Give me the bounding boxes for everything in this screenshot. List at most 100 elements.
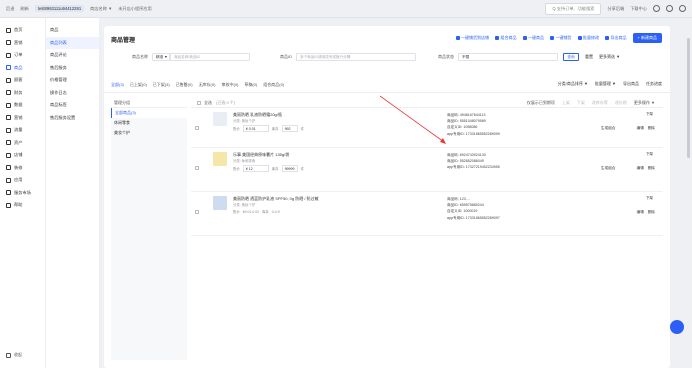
sidebar-item-assets[interactable]: 资产 (0, 137, 45, 150)
sub-merchant-link[interactable]: 未开店小程序应用 (118, 6, 152, 12)
subnav-item-tags[interactable]: 商品标签 (46, 99, 99, 112)
action-combo[interactable]: 组合商品 (495, 35, 517, 41)
tab-all[interactable]: 全部(3) (111, 82, 124, 88)
sidebar-item-data[interactable]: 数据 (0, 99, 45, 112)
category-item-beauty[interactable]: 美妆个护 (111, 128, 187, 138)
stock-input[interactable]: 992 (281, 125, 298, 132)
sidebar-item-products[interactable]: 商品 (0, 62, 45, 75)
edit-button[interactable]: 编辑 (637, 210, 644, 215)
sidebar-item-orders[interactable]: 订单 (0, 49, 45, 62)
sort-button[interactable]: 分类/商品排序 ▼ (558, 81, 588, 87)
sidebar-item-marketing2[interactable]: 营销 (0, 112, 45, 125)
tab-draft[interactable]: 草稿(0) (244, 82, 257, 88)
action-label: 导出商品 (610, 35, 627, 40)
page-scrollbar[interactable] (684, 18, 692, 368)
expired-only-toggle[interactable]: 仅展示已到期项 (527, 100, 555, 106)
sidebar-item-apps[interactable]: 应用 (0, 174, 45, 187)
subnav-item-after-sales-settings[interactable]: 售后服务设置 (46, 112, 99, 125)
sidebar-item-store[interactable]: 店铺 (0, 149, 45, 162)
tab-reviewing[interactable]: 审核中(0) (221, 82, 238, 88)
action-distribute[interactable]: 一键铺货 (550, 35, 572, 41)
action-one-click[interactable]: 一键商品 (522, 35, 544, 41)
sidebar-item-finance[interactable]: 财务 (0, 87, 45, 100)
batch-off-shelf[interactable]: 下架 (577, 100, 585, 106)
off-shelf-button[interactable]: 下架 (646, 152, 653, 157)
scrollbar-thumb[interactable] (687, 38, 690, 158)
tab-combo[interactable]: 组合商品(0) (263, 82, 284, 88)
batch-stock[interactable]: 改库存等 (592, 100, 608, 106)
product-thumbnail[interactable] (213, 196, 227, 210)
category-item-snacks[interactable]: 休闲零食 (111, 118, 187, 128)
filter-name-mode-select[interactable]: 精准 ▼ (152, 53, 170, 61)
reset-button[interactable]: 重置 (585, 54, 593, 60)
collapse-button[interactable]: 收起 (6, 352, 22, 358)
edit-button[interactable]: 编辑 (637, 126, 644, 131)
merchant-select[interactable]: 商店名称 ▼ (90, 6, 112, 12)
filter-id-input[interactable]: 多个商品ID请用逗号或换行分隔 (296, 53, 416, 61)
bell-icon[interactable] (666, 5, 673, 12)
category-header[interactable]: 管理分组 (111, 98, 187, 108)
row-checkbox[interactable] (195, 210, 199, 214)
sidebar-item-service-market[interactable]: 服务市场 (0, 187, 45, 200)
new-product-button[interactable]: + 新建商品 (632, 33, 662, 43)
tab-sold-out[interactable]: 已售罄(0) (176, 82, 193, 88)
back-button[interactable]: 后退 (6, 6, 14, 12)
avatar[interactable] (679, 5, 686, 12)
export-products-button[interactable]: 导出商品 (623, 81, 639, 87)
price-input[interactable]: ¥ 0.01 (242, 125, 269, 132)
shop-id-badge[interactable]: test8963111u94412281 (34, 5, 85, 12)
off-shelf-button[interactable]: 下架 (646, 112, 653, 117)
subnav-item-reviews[interactable]: 商品评论 (46, 49, 99, 62)
filter-name-input[interactable]: 商品名称/商品ID (170, 53, 250, 61)
delete-button[interactable]: 删除 (648, 166, 655, 171)
global-search-input[interactable]: Q 支持订单、功能搜索 (545, 2, 602, 15)
query-button[interactable]: 查询 (563, 53, 579, 61)
sidebar-item-home[interactable]: 首页 (0, 24, 45, 37)
subnav-item-product[interactable]: 商品 (46, 24, 99, 37)
product-thumbnail[interactable] (213, 112, 227, 126)
more-filter-button[interactable]: 更多筛选 ▼ (599, 54, 620, 60)
action-bulk-store[interactable]: 一键铺货到店铺 (455, 35, 489, 41)
row-checkbox[interactable] (195, 126, 199, 130)
action-batch-edit[interactable]: 批量修改 (577, 35, 599, 41)
off-shelf-button[interactable]: 下架 (646, 196, 653, 201)
task-progress-button[interactable]: 任务进度 (646, 81, 662, 87)
subnav-item-price[interactable]: 价格管理 (46, 74, 99, 87)
copy-icon (522, 36, 527, 40)
row-checkbox[interactable] (195, 166, 199, 170)
tab-on-shelf[interactable]: 已上架(0) (130, 82, 147, 88)
batch-manage-button[interactable]: 批量管理 ▼ (595, 81, 616, 87)
subnav-item-after-sales[interactable]: 售后服务 (46, 62, 99, 75)
sidebar-item-marketing[interactable]: 营销 (0, 37, 45, 50)
delete-button[interactable]: 删除 (648, 210, 655, 215)
generate-combo-link[interactable]: 生成组合 (601, 126, 615, 131)
price-input[interactable]: ¥ 12 (242, 165, 269, 172)
sidebar-item-help[interactable]: 帮助 (0, 199, 45, 212)
filter-status-select[interactable]: 不限 (458, 53, 558, 61)
subnav-item-logs[interactable]: 操作日志 (46, 87, 99, 100)
share-button[interactable]: 分享后端 (607, 6, 624, 12)
tab-off-shelf[interactable]: 已下架(3) (153, 82, 170, 88)
edit-button[interactable]: 编辑 (637, 166, 644, 171)
generate-combo-link[interactable]: 生成组合 (601, 166, 615, 171)
chat-support-icon[interactable] (670, 320, 684, 334)
refresh-button[interactable]: 刷新 (20, 6, 28, 12)
batch-price[interactable]: 改价格 (615, 100, 627, 106)
select-all-checkbox[interactable] (197, 100, 201, 105)
main-panel: 商品管理 一键铺货到店铺 组合商品 一键商品 一键铺货 批量修改 导出商品 + … (104, 26, 670, 368)
category-item-all[interactable]: 全部商品(3) (111, 108, 187, 118)
sidebar-item-customers[interactable]: 顾客 (0, 74, 45, 87)
stock-input[interactable]: 99999 (281, 165, 298, 172)
sidebar-item-decoration[interactable]: 装修 (0, 162, 45, 175)
finance-icon (6, 90, 11, 96)
more-ops-button[interactable]: 更多操作 ▼ (634, 100, 655, 106)
download-center-button[interactable]: 下载中心 (630, 6, 647, 12)
delete-button[interactable]: 删除 (648, 126, 655, 131)
tab-no-stock[interactable]: 无库存(0) (199, 82, 216, 88)
headset-icon[interactable] (653, 5, 660, 12)
product-thumbnail[interactable] (213, 152, 227, 166)
batch-on-shelf[interactable]: 上架 (562, 100, 570, 106)
sidebar-item-traffic[interactable]: 流量 (0, 124, 45, 137)
subnav-item-product-list[interactable]: 商品列表 (46, 36, 99, 49)
action-export[interactable]: 导出商品 (605, 35, 627, 41)
